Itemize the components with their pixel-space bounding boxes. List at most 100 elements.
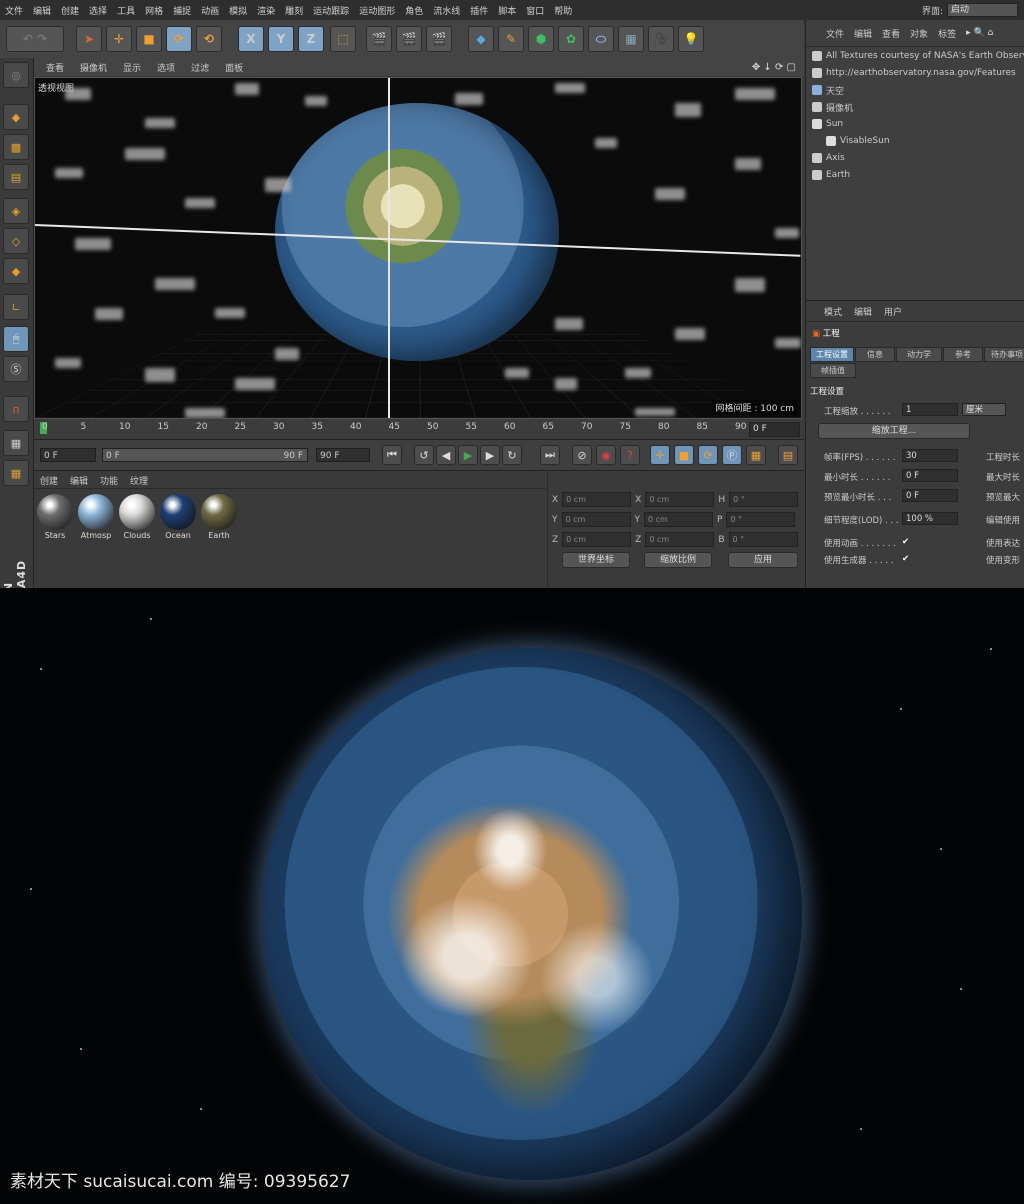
viewport-menu-item[interactable]: 选项	[149, 61, 183, 74]
render-settings-icon[interactable]: 🎬	[426, 26, 452, 52]
deformer-icon[interactable]: ⬭	[588, 26, 614, 52]
texture-mode-icon[interactable]: ▩	[3, 134, 29, 160]
edges-mode-icon[interactable]: ◇	[3, 228, 29, 254]
menu-item[interactable]: 工具	[112, 4, 140, 17]
subdivision-icon[interactable]: ⬢	[528, 26, 554, 52]
tab-attribute[interactable]: 工程设置	[810, 347, 854, 362]
menu-item[interactable]: 网格	[140, 4, 168, 17]
object-row[interactable]: 天空	[812, 82, 844, 98]
timeline-window-icon[interactable]: ▤	[778, 445, 798, 465]
viewport-menu-item[interactable]: 过滤	[183, 61, 217, 74]
z-axis-button[interactable]: Z	[298, 26, 324, 52]
coordinate-field[interactable]: 0 °	[726, 512, 796, 527]
lod-field[interactable]: 100 %	[902, 512, 958, 525]
object-menu-item[interactable]: 文件	[826, 27, 844, 40]
axis-mode-icon[interactable]: ∟	[3, 294, 29, 320]
object-menu-item[interactable]: 编辑	[854, 27, 872, 40]
planar-workplane-icon[interactable]: ▦	[3, 460, 29, 486]
pla-key-icon[interactable]: ▦	[746, 445, 766, 465]
param-key-icon[interactable]: Ⓟ	[722, 445, 742, 465]
object-row[interactable]: http://earthobservatory.nasa.gov/Feature…	[812, 65, 1016, 81]
current-frame-field[interactable]: 0 F	[749, 422, 800, 437]
scale-project-button[interactable]: 缩放工程...	[818, 423, 970, 439]
next-key-icon[interactable]: ↻	[502, 445, 522, 465]
snap-icon[interactable]: Ⓢ	[3, 356, 29, 382]
pen-icon[interactable]: ✎	[498, 26, 524, 52]
material-swatch[interactable]: Ocean	[159, 493, 197, 543]
floor-icon[interactable]: ▦	[618, 26, 644, 52]
material-menu-item[interactable]: 创建	[34, 474, 64, 487]
attribute-value-field[interactable]: 30	[902, 449, 958, 462]
rotate-icon[interactable]: ⟳	[166, 26, 192, 52]
perspective-viewport[interactable]: 透视视图 网格间距 : 100 cm	[34, 77, 802, 419]
autokey-icon[interactable]: ?	[620, 445, 640, 465]
menu-item[interactable]: 创建	[56, 4, 84, 17]
object-row[interactable]: All Textures courtesy of NASA's Earth Ob…	[812, 48, 1024, 64]
scale-icon[interactable]: ■	[136, 26, 162, 52]
material-swatch[interactable]: Earth	[200, 493, 238, 543]
menu-item[interactable]: 编辑	[28, 4, 56, 17]
render-view-icon[interactable]: 🎬	[366, 26, 392, 52]
object-menu-item[interactable]: 查看	[882, 27, 900, 40]
attribute-value-field[interactable]: 0 F	[902, 489, 958, 502]
viewport-menu-item[interactable]: 查看	[38, 61, 72, 74]
move-key-icon[interactable]: ✛	[650, 445, 670, 465]
y-axis-button[interactable]: Y	[268, 26, 294, 52]
menu-item[interactable]: 运动跟踪	[308, 4, 354, 17]
move-icon[interactable]: ✛	[106, 26, 132, 52]
scale-key-icon[interactable]: ■	[674, 445, 694, 465]
light-icon[interactable]: 💡	[678, 26, 704, 52]
project-scale-unit[interactable]: 厘米	[962, 403, 1006, 416]
menu-item[interactable]: 捕捉	[168, 4, 196, 17]
end-frame-field[interactable]: 90 F	[316, 448, 370, 462]
model-mode-icon[interactable]: ◆	[3, 104, 29, 130]
coordinate-field[interactable]: 0 cm	[562, 492, 632, 507]
material-menu-item[interactable]: 编辑	[64, 474, 94, 487]
object-manager-tools-icon[interactable]: ▸ 🔍 ⌂	[966, 28, 993, 38]
menu-item[interactable]: 角色	[400, 4, 428, 17]
attribute-menu-item[interactable]: 编辑	[854, 305, 872, 318]
material-swatch[interactable]: Clouds	[118, 493, 156, 543]
render-picture-viewer-icon[interactable]: 🎬	[396, 26, 422, 52]
menu-item[interactable]: 动画	[196, 4, 224, 17]
timeline-ruler[interactable]: 0 F 0 5 10 15 20 25 30 35 40 45 50 55 60 65 70 75 80 85 90	[34, 419, 804, 440]
menu-item[interactable]: 插件	[465, 4, 493, 17]
x-axis-button[interactable]: X	[238, 26, 264, 52]
cloner-icon[interactable]: ✿	[558, 26, 584, 52]
project-scale-field[interactable]: 1	[902, 403, 958, 416]
cube-icon[interactable]: ◆	[468, 26, 494, 52]
tab-attribute[interactable]: 动力学	[896, 347, 942, 362]
start-frame-field[interactable]: 0 F	[40, 448, 96, 462]
coordinate-field[interactable]: 0 °	[728, 532, 798, 547]
scale-dropdown[interactable]: 缩放比例	[644, 552, 712, 568]
coordinate-field[interactable]: 0 cm	[645, 492, 715, 507]
attribute-value-field[interactable]: 0 F	[902, 469, 958, 482]
prev-frame-icon[interactable]: ◀	[436, 445, 456, 465]
menu-item[interactable]: 选择	[84, 4, 112, 17]
coordinate-field[interactable]: 0 cm	[645, 532, 715, 547]
object-row[interactable]: VisableSun	[826, 133, 890, 149]
goto-start-icon[interactable]: ⏮	[382, 445, 402, 465]
world-coordinates-dropdown[interactable]: 世界坐标	[562, 552, 630, 568]
coordinate-field[interactable]: 0 cm	[561, 512, 631, 527]
object-row[interactable]: Sun	[812, 116, 843, 132]
select-cursor-icon[interactable]: ➤	[76, 26, 102, 52]
points-mode-icon[interactable]: ◈	[3, 198, 29, 224]
polygons-mode-icon[interactable]: ◆	[3, 258, 29, 284]
layout-selector[interactable]: 界面: 启动	[922, 3, 1018, 17]
menu-item[interactable]: 运动图形	[354, 4, 400, 17]
undo-redo-icon[interactable]: ↶ ↷	[6, 26, 64, 52]
viewport-menu-item[interactable]: 面板	[217, 61, 251, 74]
menu-item[interactable]: 模拟	[224, 4, 252, 17]
attribute-menu-item[interactable]: 用户	[884, 305, 902, 318]
material-swatch[interactable]: Stars	[36, 493, 74, 543]
menu-item[interactable]: 雕刻	[280, 4, 308, 17]
coordinate-field[interactable]: 0 cm	[562, 532, 632, 547]
coordinate-system-icon[interactable]: ⬚	[330, 26, 356, 52]
lock-workplane-icon[interactable]: ▦	[3, 430, 29, 456]
prev-key-icon[interactable]: ↺	[414, 445, 434, 465]
play-icon[interactable]: ▶	[458, 445, 478, 465]
menu-item[interactable]: 脚本	[493, 4, 521, 17]
menu-item[interactable]: 文件	[0, 4, 28, 17]
menu-item[interactable]: 窗口	[521, 4, 549, 17]
